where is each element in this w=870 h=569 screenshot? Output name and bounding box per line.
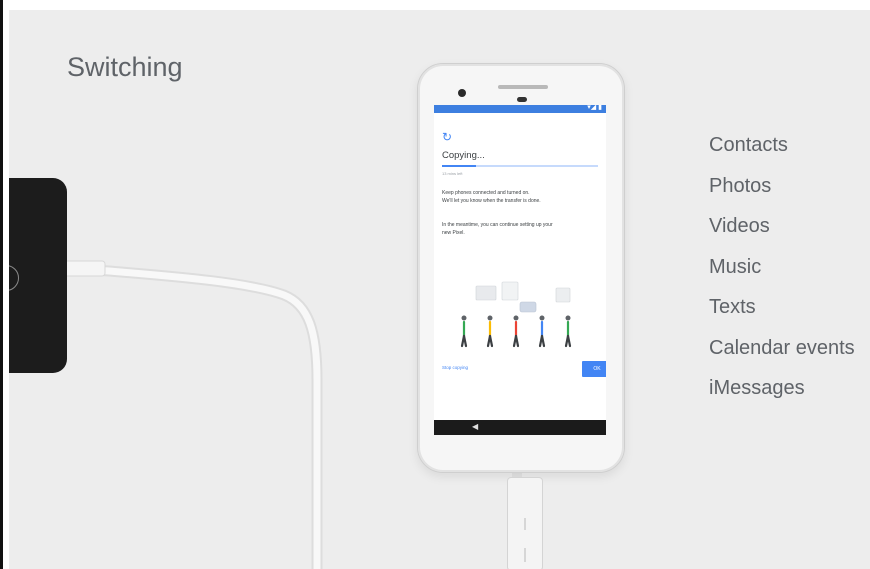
slide-left-border [0,0,3,569]
meantime-line: new Pixel. [442,229,465,236]
pixel-phone: ▾◢ ▮ ↻ Copying... 13 mins left Keep phon… [417,63,625,473]
transfer-illustration [460,281,572,348]
back-triangle-icon[interactable]: ◀ [472,422,478,431]
status-icons: ▾◢ ▮ [587,105,602,111]
front-camera [458,89,466,97]
instructions-paragraph: Keep phones connected and turned on. We'… [442,190,602,205]
usb-c-connector [507,477,543,569]
time-remaining: 13 mins left [442,171,463,176]
phone-screen: ▾◢ ▮ ↻ Copying... 13 mins left Keep phon… [434,105,606,435]
copy-progress-fill [442,165,477,167]
status-bar: ▾◢ ▮ [434,105,606,113]
copying-title: Copying... [442,150,485,161]
old-iphone [9,178,67,373]
lightning-plug [62,260,106,277]
home-button-icon [9,265,19,291]
instructions-line: We'll let you know when the transfer is … [442,197,541,204]
meantime-line: In the meantime, you can continue settin… [442,222,553,228]
instructions-line: Keep phones connected and turned on. [442,190,530,196]
connector-detail [524,548,526,562]
history-icon: ↻ [442,130,453,144]
ok-button[interactable]: OK [582,361,606,377]
stop-copying-link[interactable]: Stop copying [442,365,468,370]
cable-from-old-phone [55,262,323,569]
presentation-slide: Switching Contacts Photos Videos Music T… [9,10,870,569]
proximity-sensor [517,97,527,102]
copy-progress-bar [442,165,598,167]
navigation-bar: ◀ [434,420,606,435]
meantime-paragraph: In the meantime, you can continue settin… [442,222,602,237]
earpiece [498,85,548,89]
connector-detail [524,518,526,530]
